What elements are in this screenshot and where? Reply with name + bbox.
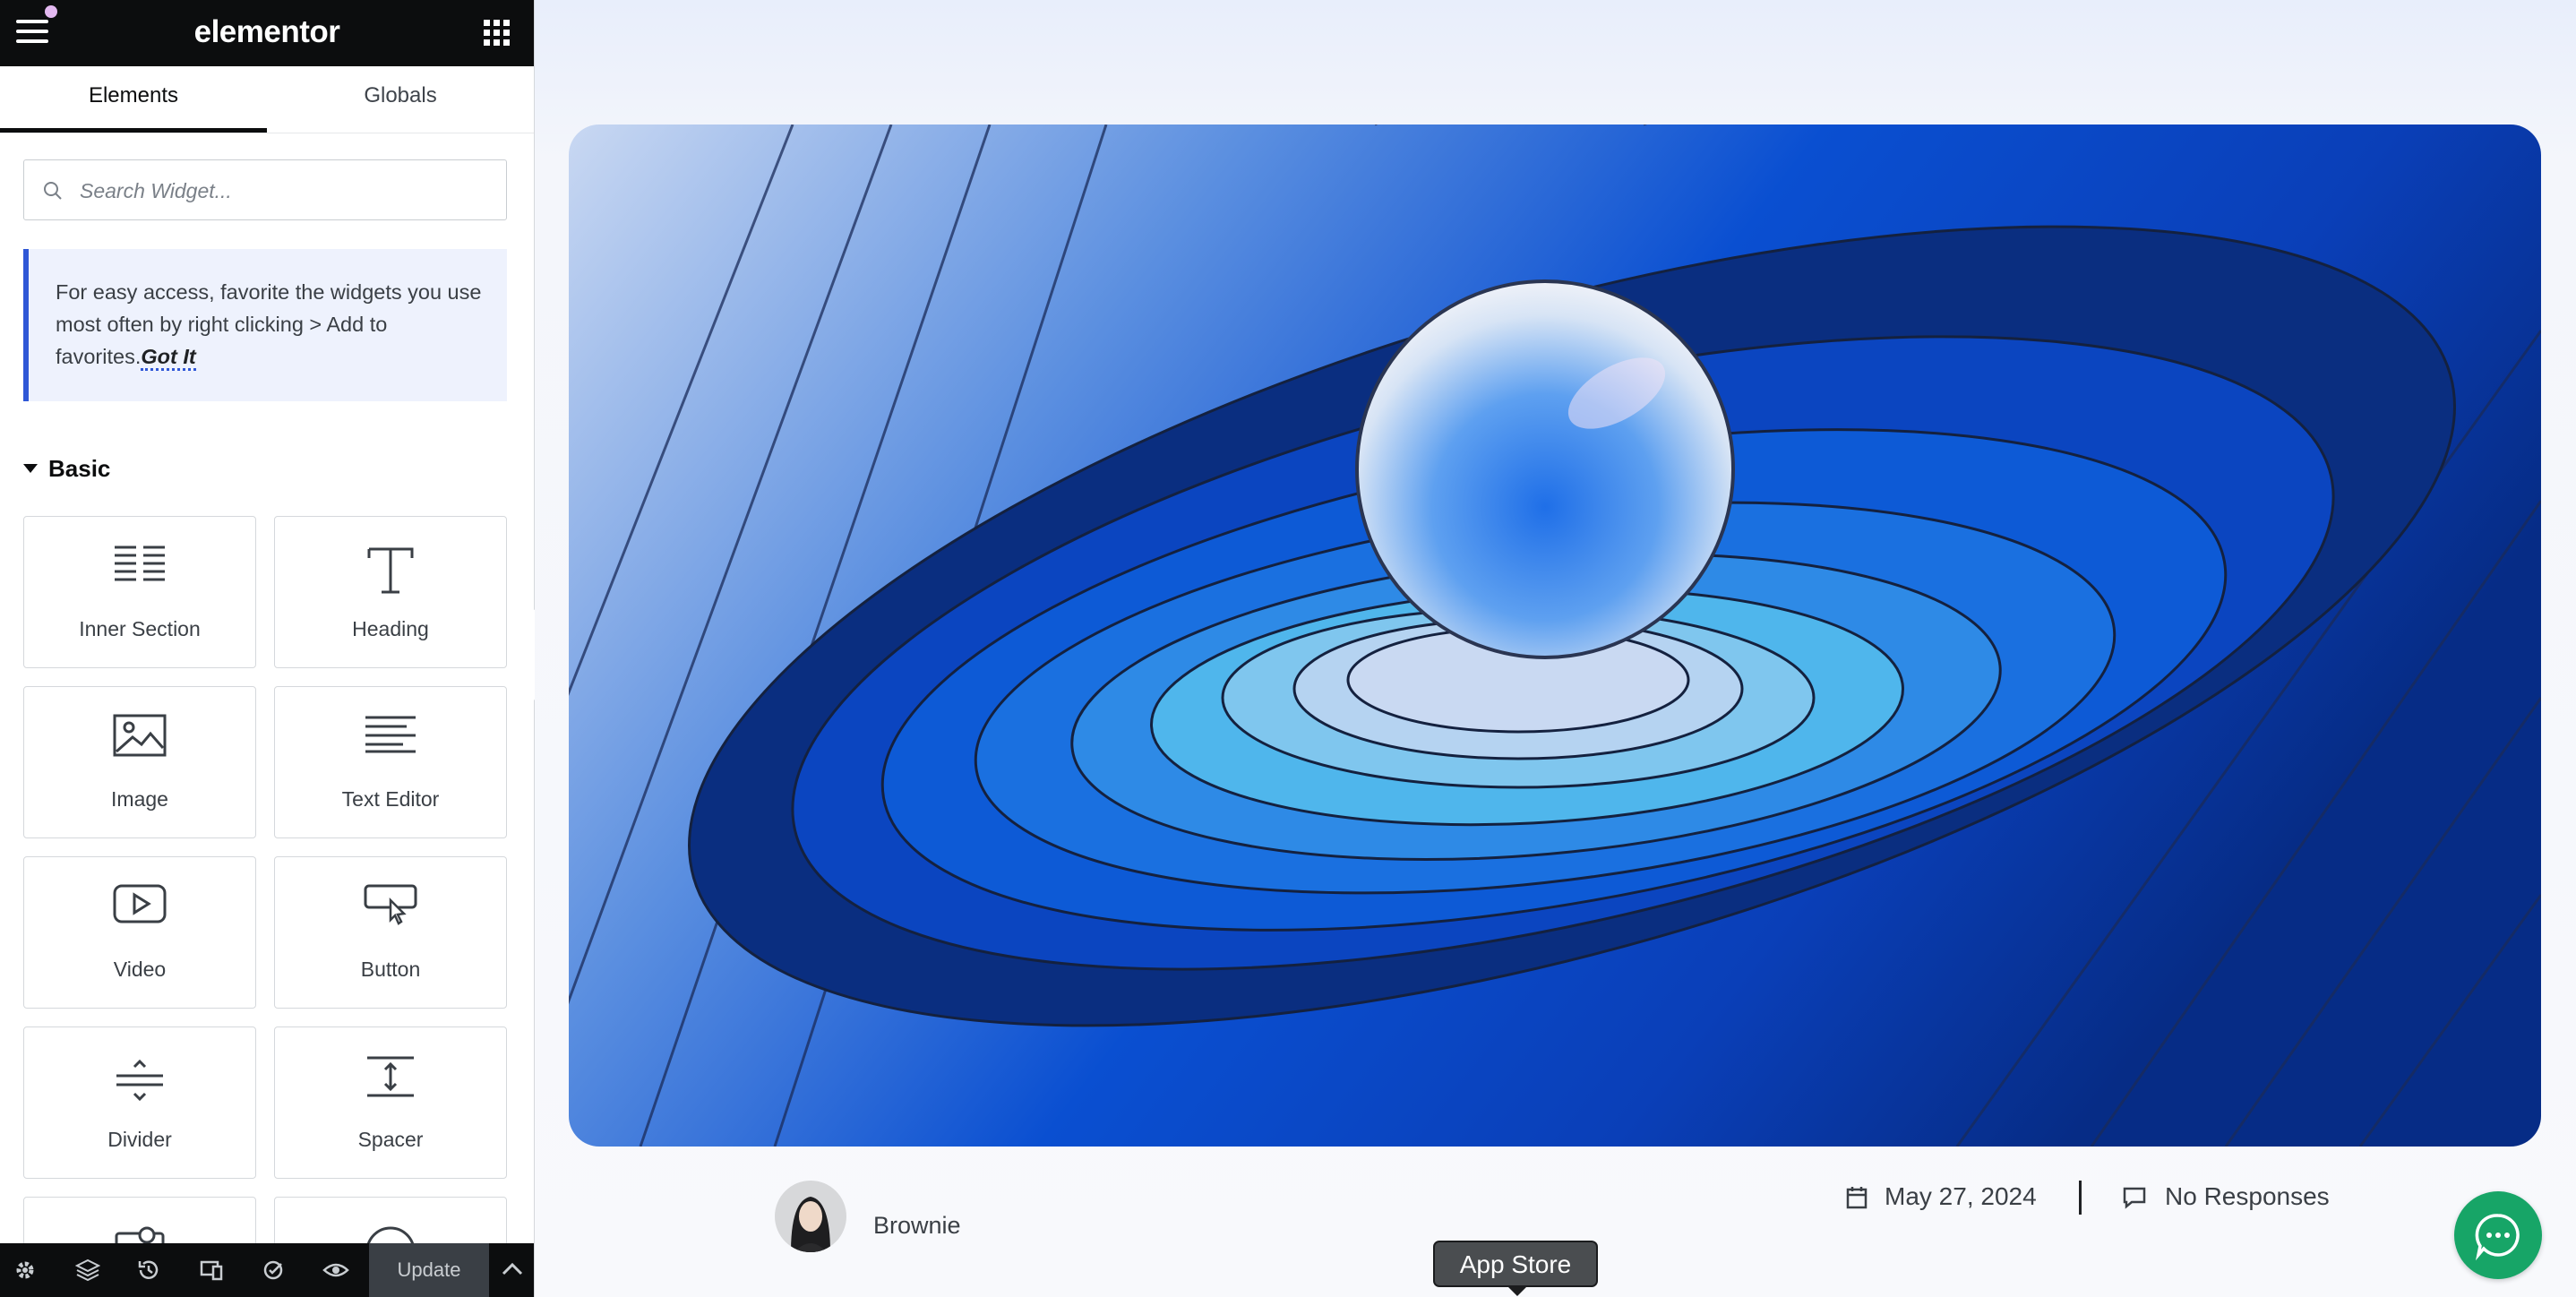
widget-inner-section[interactable]: Inner Section bbox=[23, 516, 256, 668]
history-icon[interactable] bbox=[136, 1258, 163, 1284]
editor-header: elementor bbox=[0, 0, 534, 66]
comments-count[interactable]: No Responses bbox=[2165, 1182, 2330, 1211]
chat-bubble-icon bbox=[2475, 1214, 2520, 1261]
search-icon bbox=[44, 182, 62, 200]
author-avatar[interactable] bbox=[775, 1181, 846, 1252]
apps-grid-icon[interactable] bbox=[484, 20, 511, 47]
editor-footer: Update bbox=[0, 1243, 534, 1297]
author-name[interactable]: Brownie bbox=[873, 1212, 961, 1240]
tab-elements[interactable]: Elements bbox=[0, 66, 267, 133]
widget-label: Heading bbox=[352, 617, 429, 640]
text-editor-icon bbox=[275, 714, 506, 768]
settings-icon[interactable] bbox=[13, 1258, 39, 1284]
comment-icon bbox=[2123, 1187, 2146, 1209]
navigator-icon[interactable] bbox=[74, 1258, 102, 1284]
search-widget-field bbox=[23, 159, 507, 221]
widget-video[interactable]: Video bbox=[23, 856, 256, 1009]
widget-image[interactable]: Image bbox=[23, 686, 256, 838]
favorites-tip: For easy access, favorite the widgets yo… bbox=[23, 249, 507, 401]
button-icon bbox=[275, 884, 506, 938]
editor-panel: elementor Elements Globals For easy acce… bbox=[0, 0, 535, 1297]
update-button[interactable]: Update bbox=[369, 1243, 489, 1297]
tip-text: For easy access, favorite the widgets yo… bbox=[56, 280, 482, 368]
widget-label: Button bbox=[360, 958, 421, 981]
featured-image[interactable] bbox=[569, 125, 2541, 1147]
panel-tabs: Elements Globals bbox=[0, 66, 534, 133]
widget-divider[interactable]: Divider bbox=[23, 1026, 256, 1179]
caret-down-icon bbox=[23, 464, 38, 473]
heading-icon bbox=[275, 544, 506, 597]
responsive-mode-icon[interactable] bbox=[199, 1258, 226, 1284]
chevron-up-icon bbox=[502, 1262, 523, 1276]
widget-spacer[interactable]: Spacer bbox=[274, 1026, 507, 1179]
post-date: May 27, 2024 bbox=[1885, 1182, 2037, 1210]
image-icon bbox=[24, 714, 255, 768]
elementor-logo: elementor bbox=[193, 14, 340, 49]
widget-label: Spacer bbox=[357, 1128, 424, 1151]
search-widget-input[interactable] bbox=[78, 160, 494, 221]
widget-label: Video bbox=[113, 958, 167, 981]
preview-canvas: Brownie May 27, 2024 No Responses App St… bbox=[535, 0, 2576, 1297]
widget-text-editor[interactable]: Text Editor bbox=[274, 686, 507, 838]
spacer-icon bbox=[275, 1054, 506, 1108]
update-options-button[interactable] bbox=[491, 1243, 534, 1297]
widget-label: Inner Section bbox=[79, 617, 201, 640]
preview-icon[interactable] bbox=[322, 1258, 349, 1284]
category-title: Basic bbox=[48, 455, 111, 482]
app-store-tooltip: App Store bbox=[1433, 1241, 1598, 1296]
inner-section-icon bbox=[24, 544, 255, 597]
widget-button[interactable]: Button bbox=[274, 856, 507, 1009]
divider-icon bbox=[24, 1054, 255, 1108]
got-it-link[interactable]: Got It bbox=[141, 345, 196, 371]
tab-globals[interactable]: Globals bbox=[267, 66, 534, 133]
video-icon bbox=[24, 884, 255, 938]
chat-widget-button[interactable] bbox=[2454, 1191, 2542, 1279]
widget-label: Divider bbox=[107, 1128, 172, 1151]
site-settings-icon[interactable] bbox=[262, 1258, 288, 1284]
category-basic-toggle[interactable]: Basic bbox=[23, 455, 110, 483]
calendar-icon bbox=[1846, 1187, 1868, 1209]
meta-separator bbox=[2079, 1181, 2082, 1215]
widget-label: Text Editor bbox=[341, 787, 440, 811]
widget-label: Image bbox=[111, 787, 168, 811]
widget-heading[interactable]: Heading bbox=[274, 516, 507, 668]
